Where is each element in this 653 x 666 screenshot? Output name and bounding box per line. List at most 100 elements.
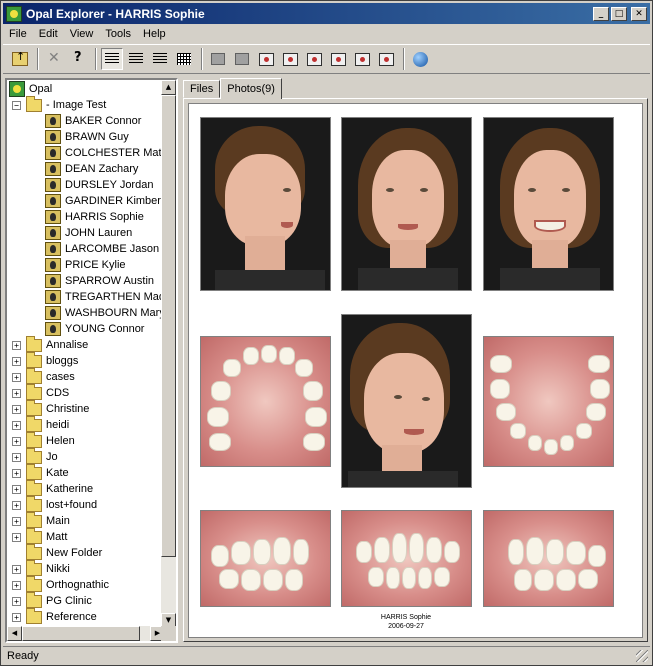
tree-patient-item[interactable]: BAKER Connor [45,113,141,129]
photo-lower-occlusal[interactable] [483,336,614,467]
photo-frame-button[interactable] [303,48,325,70]
camera-add-button[interactable] [255,48,277,70]
tree-patient-item[interactable]: DURSLEY Jordan [45,177,153,193]
expand-icon[interactable]: + [12,468,21,478]
photo-buccal-right[interactable] [200,510,331,607]
scroll-up-button[interactable]: ▲ [161,80,176,95]
photo-grid-button[interactable] [351,48,373,70]
delete-button[interactable] [43,48,65,70]
expand-icon[interactable]: + [12,388,21,398]
list-view-button[interactable] [149,48,171,70]
expand-icon[interactable]: + [12,436,21,446]
tree-folder-item[interactable]: + Nikki [12,559,70,577]
tree-folder-item[interactable]: + Christine [12,399,89,417]
tree-folder-item[interactable]: + cases [12,367,75,385]
photo-three-quarter[interactable] [341,314,472,488]
expand-icon[interactable]: + [12,356,21,366]
expand-icon[interactable]: + [12,532,21,542]
scroll-thumb[interactable] [22,626,140,641]
up-folder-button[interactable] [9,48,31,70]
patient-icon [45,130,61,144]
photo-buccal-left[interactable] [483,510,614,607]
tree-patient-item[interactable]: TREGARTHEN Madis [45,289,165,305]
expand-icon[interactable]: + [12,564,21,574]
folder-tree[interactable]: Opal − - Image Test BAKER Connor BRAWN Gu… [5,78,178,643]
details-view-button[interactable] [173,48,195,70]
expand-icon[interactable]: + [12,420,21,430]
menu-file[interactable]: File [3,28,33,40]
folder-icon [26,575,42,592]
photo-upper-occlusal[interactable] [200,336,331,467]
tree-patient-item[interactable]: HARRIS Sophie [45,209,144,225]
menu-help[interactable]: Help [137,28,172,40]
tree-patient-item[interactable]: LARCOMBE Jason [45,241,159,257]
tab-files[interactable]: Files [183,80,221,98]
expand-icon[interactable]: + [12,484,21,494]
minimize-button[interactable]: _ [593,6,609,21]
photo-profile-right[interactable] [200,117,331,291]
tab-photos[interactable]: Photos(9) [220,78,282,99]
expand-icon[interactable]: + [12,340,21,350]
tree-patient-item[interactable]: WASHBOURN Mary [45,305,165,321]
menu-view[interactable]: View [64,28,100,40]
expand-icon[interactable]: + [12,596,21,606]
tree-folder-item[interactable]: + Annalise [12,335,88,353]
tree-patient-label: TREGARTHEN Madis [65,291,165,303]
camera-button[interactable] [231,48,253,70]
scroll-thumb[interactable] [161,95,176,557]
tree-folder-item[interactable]: + Kate [12,463,69,481]
tree-folder-item[interactable]: + bloggs [12,351,78,369]
folder-icon [26,399,42,416]
tree-patient-item[interactable]: GARDINER Kimberly [45,193,165,209]
expand-icon[interactable]: + [12,580,21,590]
small-icons-view-button[interactable] [125,48,147,70]
tree-patient-item[interactable]: DEAN Zachary [45,161,138,177]
menu-tools[interactable]: Tools [99,28,137,40]
capture-button[interactable] [207,48,229,70]
tree-horizontal-scrollbar[interactable]: ◀ ▶ [7,626,165,641]
photo-frontal-smile[interactable] [483,117,614,291]
tree-patient-item[interactable]: COLCHESTER Matth [45,145,165,161]
tree-folder-item[interactable]: + CDS [12,383,69,401]
expand-icon[interactable]: + [12,452,21,462]
tree-folder-image-test[interactable]: − - Image Test [12,95,106,113]
expand-icon[interactable]: + [12,500,21,510]
tree-folder-item[interactable]: + Reference [12,607,97,625]
tree-folder-item[interactable]: + heidi [12,415,69,433]
tree-folder-item[interactable]: + lost+found [12,495,97,513]
tree-patient-item[interactable]: JOHN Lauren [45,225,132,241]
photo-edit-button[interactable] [327,48,349,70]
opal-app-icon[interactable] [6,5,22,22]
expand-icon[interactable]: + [12,404,21,414]
photo-frontal-rest[interactable] [341,117,472,291]
tree-patient-item[interactable]: YOUNG Connor [45,321,144,337]
tree-folder-item[interactable]: + Helen [12,431,75,449]
patient-icon [45,162,61,176]
close-button[interactable]: ✕ [631,6,647,21]
tree-patient-item[interactable]: SPARROW Austin [45,273,154,289]
scroll-left-button[interactable]: ◀ [7,626,22,641]
resize-grip-icon[interactable] [636,650,648,662]
tree-patient-item[interactable]: PRICE Kylie [45,257,126,273]
photo-frontal-intraoral[interactable] [341,510,472,607]
tree-folder-item[interactable]: + Matt [12,527,67,545]
collapse-icon[interactable]: − [12,100,21,110]
photo-export-button[interactable] [375,48,397,70]
tree-folder-item[interactable]: + Katherine [12,479,93,497]
expand-icon[interactable]: + [12,372,21,382]
expand-icon[interactable]: + [12,612,21,622]
tree-patient-item[interactable]: BRAWN Guy [45,129,129,145]
large-icons-view-button[interactable] [101,48,123,70]
tree-folder-item[interactable]: + PG Clinic [12,591,92,609]
tree-vertical-scrollbar[interactable]: ▲ ▼ [161,80,176,628]
maximize-button[interactable]: □ [611,6,627,21]
menu-edit[interactable]: Edit [33,28,64,40]
camera-settings-button[interactable] [279,48,301,70]
search-globe-button[interactable] [409,48,431,70]
whats-this-help-button[interactable] [67,48,89,70]
toolbar [3,44,650,74]
tree-patient-label: PRICE Kylie [65,259,126,271]
tree-folder-item[interactable]: + Main [12,511,70,529]
expand-icon[interactable]: + [12,516,21,526]
title-bar[interactable]: Opal Explorer - HARRIS Sophie _ □ ✕ [3,3,650,24]
